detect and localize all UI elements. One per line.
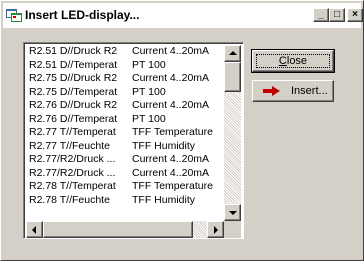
list-item[interactable]: R2.51 D//Druck R2 Current 4..20mA — [24, 45, 224, 59]
list-item[interactable]: R2.75 D//Druck R2 Current 4..20mA — [24, 72, 224, 86]
signal-name: R2.77/R2/Druck ... — [29, 166, 116, 179]
close-button[interactable]: Close — [251, 49, 335, 73]
chevron-left-icon — [32, 226, 36, 234]
scrollbar-corner — [224, 221, 241, 238]
signal-name: R2.75 D//Temperat — [29, 85, 118, 98]
list-item[interactable]: R2.76 D//Druck R2 Current 4..20mA — [24, 99, 224, 113]
led-signal-list[interactable]: R2.51 D//Druck R2 Current 4..20mA R2.51 D/… — [23, 42, 244, 239]
list-item[interactable]: R2.77 T//Temperat TFF Temperature — [24, 126, 224, 140]
signal-name: R2.75 D//Druck R2 — [29, 72, 118, 84]
maximize-icon: □ — [333, 9, 341, 20]
signal-type: TFF Temperature — [132, 180, 213, 192]
signal-name: R2.51 D//Druck R2 — [29, 45, 118, 57]
list-item[interactable]: R2.77/R2/Druck ... Current 4..20mA — [24, 167, 224, 181]
maximize-button[interactable]: □ — [329, 8, 345, 22]
signal-name: R2.77 T//Temperat — [29, 126, 116, 138]
signal-type: TFF Humidity — [132, 193, 195, 206]
signal-type: Current 4..20mA — [132, 99, 210, 111]
close-icon: × — [352, 9, 358, 20]
window-title: Insert LED-display... — [25, 8, 140, 22]
signal-name: R2.51 D//Temperat — [29, 58, 118, 71]
signal-type: Current 4..20mA — [132, 166, 210, 179]
list-item[interactable]: R2.77/R2/Druck ... Current 4..20mA — [24, 153, 224, 167]
list-item[interactable]: R2.75 D//Temperat PT 100 — [24, 86, 224, 100]
insert-button-label: Insert... — [291, 85, 328, 97]
signal-type: Current 4..20mA — [132, 153, 210, 165]
list-item[interactable]: R2.78 T//Feuchte TFF Humidity — [24, 194, 224, 208]
signal-name: R2.77 T//Feuchte — [29, 139, 110, 152]
title-bar[interactable]: Insert LED-display... _ □ × — [3, 3, 363, 28]
horizontal-scrollbar[interactable] — [26, 221, 224, 238]
list-item[interactable]: R2.78 T//Temperat TFF Temperature — [24, 180, 224, 194]
minimize-button[interactable]: _ — [313, 8, 329, 22]
vertical-scrollbar[interactable] — [224, 45, 241, 221]
scroll-up-button[interactable] — [224, 45, 241, 62]
chevron-right-icon — [214, 226, 218, 234]
horizontal-scroll-thumb[interactable] — [43, 221, 193, 238]
minimize-icon: _ — [318, 9, 324, 20]
list-rows: R2.51 D//Druck R2 Current 4..20mA R2.51 D/… — [24, 45, 224, 207]
scroll-down-button[interactable] — [224, 204, 241, 221]
vertical-scroll-thumb[interactable] — [224, 62, 241, 92]
insert-button[interactable]: Insert... — [252, 80, 334, 102]
close-window-button[interactable]: × — [347, 8, 363, 22]
red-arrow-icon — [263, 86, 280, 96]
insert-led-display-dialog: Insert LED-display... _ □ × R2.51 D//Dru… — [0, 0, 364, 261]
signal-name: R2.78 T//Feuchte — [29, 193, 110, 206]
app-window-icon — [6, 9, 22, 22]
signal-name: R2.76 D//Druck R2 — [29, 99, 118, 111]
signal-type: Current 4..20mA — [132, 72, 210, 84]
chevron-up-icon — [229, 51, 237, 55]
signal-name: R2.76 D//Temperat — [29, 112, 118, 125]
signal-type: Current 4..20mA — [132, 45, 210, 57]
signal-type: PT 100 — [132, 112, 166, 125]
close-button-label: Close — [278, 55, 308, 67]
chevron-down-icon — [229, 211, 237, 215]
scroll-left-button[interactable] — [26, 221, 43, 238]
signal-type: TFF Humidity — [132, 139, 195, 152]
signal-type: PT 100 — [132, 85, 166, 98]
list-item[interactable]: R2.76 D//Temperat PT 100 — [24, 113, 224, 127]
signal-type: TFF Temperature — [132, 126, 213, 138]
signal-type: PT 100 — [132, 58, 166, 71]
signal-name: R2.77/R2/Druck ... — [29, 153, 116, 165]
list-item[interactable]: R2.51 D//Temperat PT 100 — [24, 59, 224, 73]
list-item[interactable]: R2.77 T//Feuchte TFF Humidity — [24, 140, 224, 154]
scroll-right-button[interactable] — [207, 221, 224, 238]
signal-name: R2.78 T//Temperat — [29, 180, 116, 192]
